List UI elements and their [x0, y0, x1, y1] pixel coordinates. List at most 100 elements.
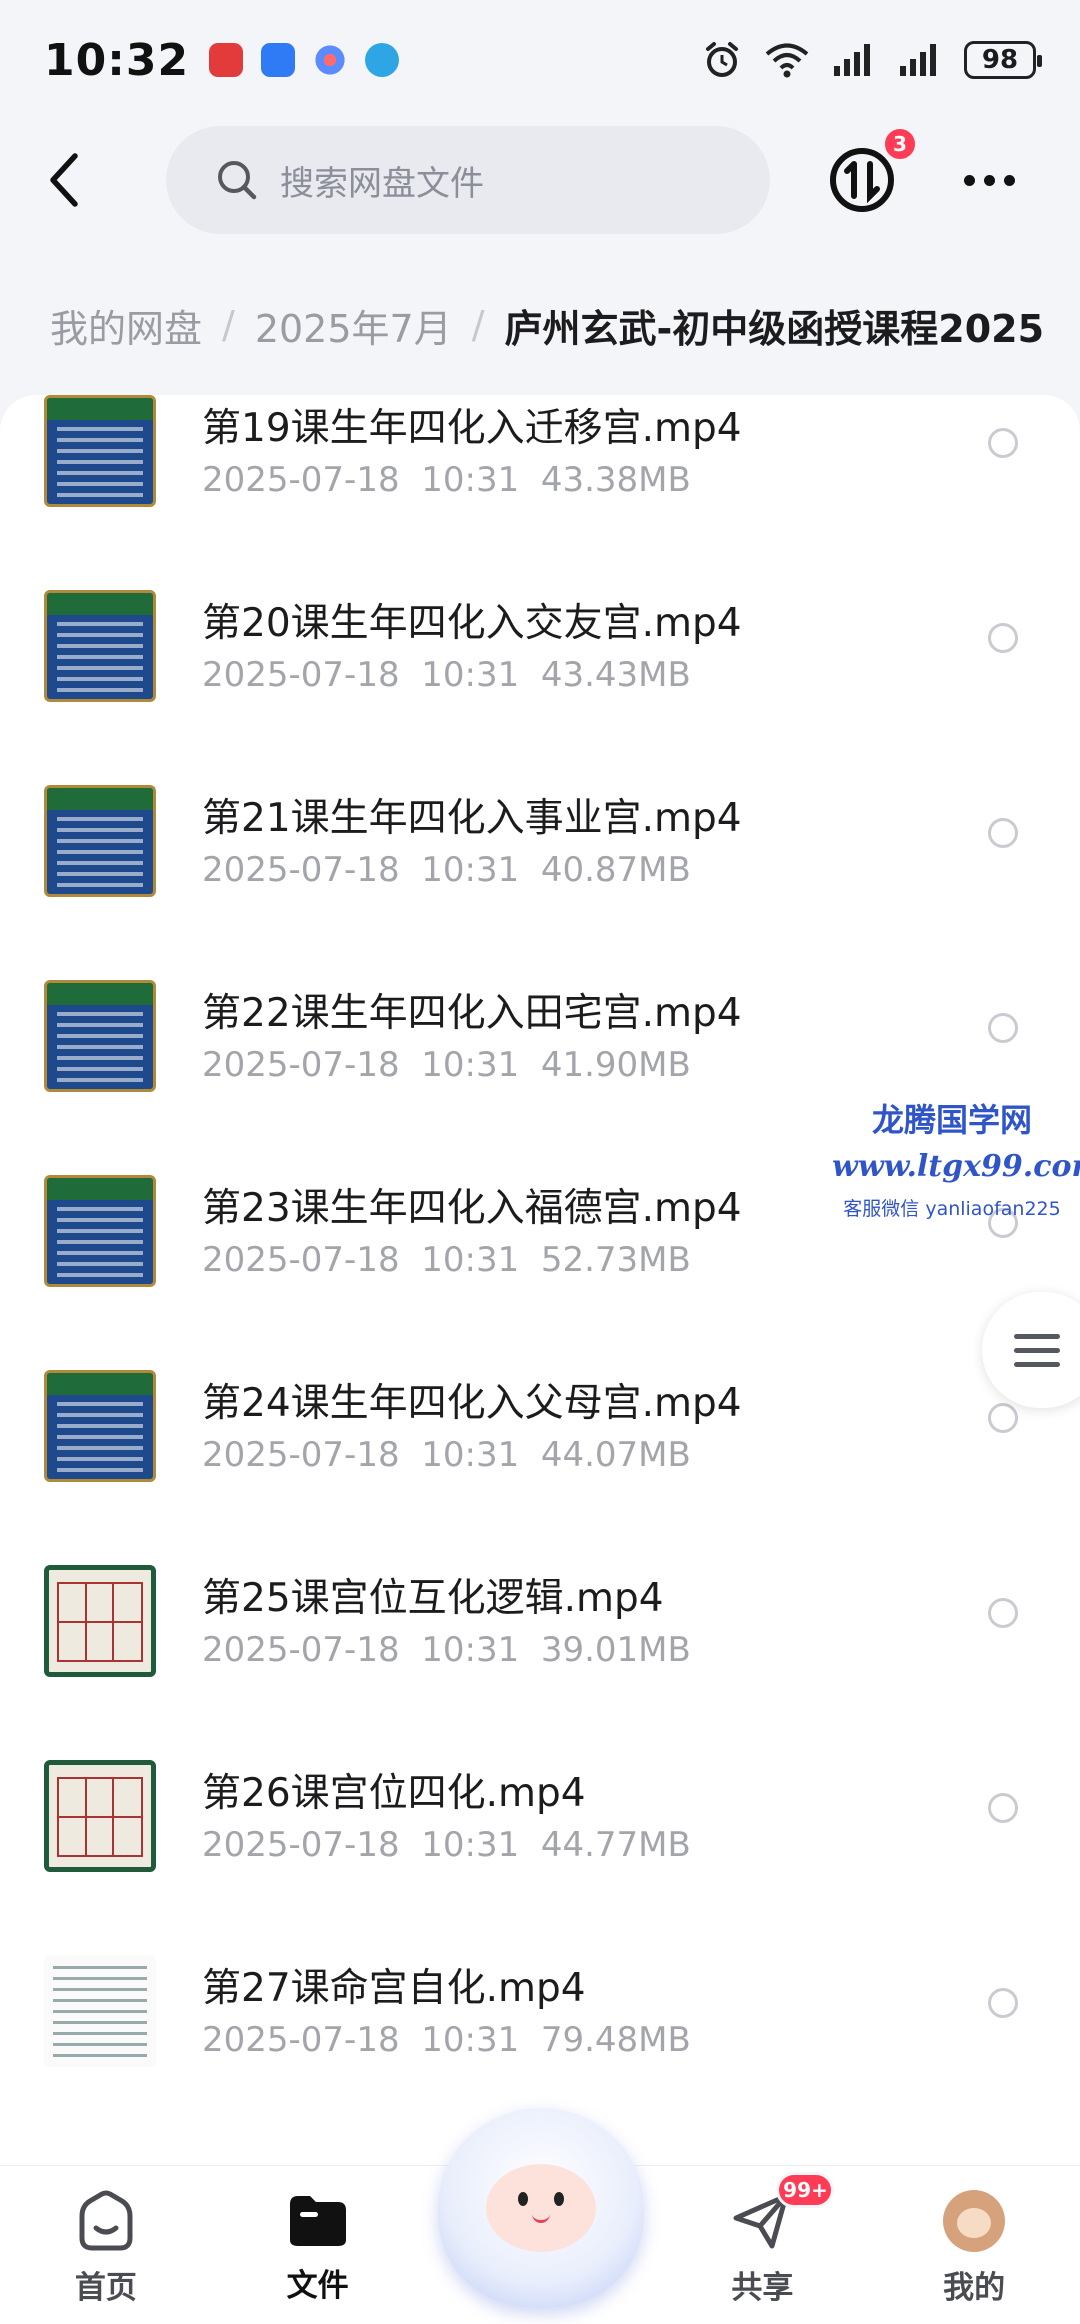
signal-icon	[834, 44, 870, 76]
file-row[interactable]: 第22课生年四化入田宅宫.mp4 2025-07-18 10:31 41.90MB	[0, 970, 1080, 1165]
transfer-count-badge: 3	[882, 126, 918, 162]
breadcrumb-current-folder: 庐州玄武-初中级函授课程2025	[504, 306, 1045, 351]
breadcrumb: 我的网盘 / 2025年7月 / 庐州玄武-初中级函授课程2025	[0, 285, 1080, 365]
file-date: 2025-07-18	[202, 1045, 400, 1085]
file-select-checkbox[interactable]	[988, 428, 1018, 458]
file-row[interactable]: 第20课生年四化入交友宫.mp4 2025-07-18 10:31 43.43MB	[0, 580, 1080, 775]
status-time: 10:32	[44, 34, 190, 86]
avatar	[943, 2190, 1006, 2252]
file-name: 第26课宫位四化.mp4	[202, 1771, 586, 1816]
back-button[interactable]	[20, 135, 110, 225]
file-list: 第19课生年四化入迁移宫.mp4 2025-07-18 10:31 43.38MB…	[0, 395, 1080, 2140]
file-row[interactable]: 第26课宫位四化.mp4 2025-07-18 10:31 44.77MB	[0, 1750, 1080, 1945]
mascot-face	[486, 2164, 596, 2252]
file-list-container[interactable]: 第19课生年四化入迁移宫.mp4 2025-07-18 10:31 43.38MB…	[0, 395, 1080, 2165]
more-options-button[interactable]	[964, 174, 1015, 186]
file-meta: 2025-07-18 10:31 79.48MB	[202, 2020, 691, 2060]
search-icon	[218, 161, 257, 200]
video-thumbnail	[44, 785, 156, 897]
file-time: 10:31	[421, 1435, 520, 1475]
file-time: 10:31	[421, 850, 520, 890]
nav-mine-label: 我的	[943, 2270, 1006, 2306]
file-size: 44.07MB	[540, 1435, 691, 1475]
blue-clip-app-icon	[261, 43, 296, 77]
file-name: 第21课生年四化入事业宫.mp4	[202, 796, 742, 841]
breadcrumb-item-root[interactable]: 我的网盘	[50, 298, 202, 353]
file-size: 40.87MB	[540, 850, 691, 890]
alarm-icon	[706, 42, 738, 77]
file-select-checkbox[interactable]	[988, 1598, 1018, 1628]
file-row[interactable]: 第23课生年四化入福德宫.mp4 2025-07-18 10:31 52.73MB	[0, 1165, 1080, 1360]
file-time: 10:31	[421, 1045, 520, 1085]
file-name: 第27课命宫自化.mp4	[202, 1966, 586, 2011]
file-meta: 2025-07-18 10:31 52.73MB	[202, 1240, 691, 1280]
file-meta: 2025-07-18 10:31 44.07MB	[202, 1435, 691, 1475]
menu-line-icon	[1014, 1361, 1060, 1367]
nav-files[interactable]: 文件	[212, 2166, 424, 2324]
file-select-checkbox[interactable]	[988, 1013, 1018, 1043]
file-size: 43.43MB	[540, 655, 691, 695]
file-size: 44.77MB	[540, 1825, 691, 1865]
transfer-list-button[interactable]: 3	[822, 126, 918, 220]
file-time: 10:31	[421, 1240, 520, 1280]
file-name: 第24课生年四化入父母宫.mp4	[202, 1381, 742, 1426]
signal-icon-2	[900, 44, 936, 76]
search-input[interactable]: 搜索网盘文件	[166, 126, 770, 234]
file-name: 第23课生年四化入福德宫.mp4	[202, 1186, 742, 1231]
file-select-checkbox[interactable]	[988, 623, 1018, 653]
ai-assistant-mascot-button[interactable]	[438, 2108, 644, 2308]
video-thumbnail	[44, 1760, 156, 1872]
file-name: 第25课宫位互化逻辑.mp4	[202, 1576, 664, 1621]
video-thumbnail	[44, 1565, 156, 1677]
file-date: 2025-07-18	[202, 1630, 400, 1670]
battery-indicator: 98	[964, 41, 1042, 79]
status-bar: 10:32 98	[0, 0, 1080, 120]
file-date: 2025-07-18	[202, 850, 400, 890]
wifi-icon	[765, 43, 809, 78]
file-row[interactable]: 第24课生年四化入父母宫.mp4 2025-07-18 10:31 44.07MB	[0, 1360, 1080, 1555]
file-select-checkbox[interactable]	[988, 1793, 1018, 1823]
header: 搜索网盘文件 3	[0, 120, 1080, 240]
file-meta: 2025-07-18 10:31 43.38MB	[202, 460, 691, 500]
file-row[interactable]: 第25课宫位互化逻辑.mp4 2025-07-18 10:31 39.01MB	[0, 1555, 1080, 1750]
video-thumbnail	[44, 1175, 156, 1287]
status-indicators: 98	[702, 40, 1042, 80]
file-meta: 2025-07-18 10:31 43.43MB	[202, 655, 691, 695]
file-name: 第22课生年四化入田宅宫.mp4	[202, 991, 742, 1036]
folder-icon	[289, 2196, 346, 2246]
nav-home-label: 首页	[74, 2270, 137, 2306]
file-meta: 2025-07-18 10:31 41.90MB	[202, 1045, 691, 1085]
file-row[interactable]: 第19课生年四化入迁移宫.mp4 2025-07-18 10:31 43.38MB	[0, 395, 1080, 580]
file-select-checkbox[interactable]	[988, 818, 1018, 848]
file-select-checkbox[interactable]	[988, 1403, 1018, 1433]
file-time: 10:31	[421, 2020, 520, 2060]
file-time: 10:31	[421, 1825, 520, 1865]
file-date: 2025-07-18	[202, 2020, 400, 2060]
home-icon	[79, 2190, 133, 2251]
mascot-eye	[554, 2192, 564, 2206]
compass-app-icon	[365, 43, 400, 77]
file-time: 10:31	[421, 655, 520, 695]
file-row[interactable]: 第21课生年四化入事业宫.mp4 2025-07-18 10:31 40.87MB	[0, 775, 1080, 970]
netdisk-page: 10:32 98 搜索网盘文件 3 我的网盘 / 2025年7月 / 庐州玄武-…	[0, 0, 1080, 2324]
chevron-left-icon	[50, 153, 78, 207]
file-name: 第19课生年四化入迁移宫.mp4	[202, 406, 742, 451]
nav-share[interactable]: 99+ 共享	[656, 2166, 868, 2324]
file-time: 10:31	[421, 1630, 520, 1670]
baidu-netdisk-app-icon	[313, 43, 348, 77]
menu-line-icon	[1014, 1347, 1060, 1353]
video-thumbnail	[44, 590, 156, 702]
video-thumbnail	[44, 1955, 156, 2067]
nav-home[interactable]: 首页	[0, 2166, 212, 2324]
mascot-eye	[518, 2192, 528, 2206]
video-thumbnail	[44, 980, 156, 1092]
file-select-checkbox[interactable]	[988, 1208, 1018, 1238]
mascot-mouth	[532, 2214, 550, 2223]
file-meta: 2025-07-18 10:31 39.01MB	[202, 1630, 691, 1670]
breadcrumb-item-month[interactable]: 2025年7月	[255, 298, 452, 353]
file-size: 39.01MB	[540, 1630, 691, 1670]
file-select-checkbox[interactable]	[988, 1988, 1018, 2018]
nav-mine[interactable]: 我的	[868, 2166, 1080, 2324]
file-date: 2025-07-18	[202, 1435, 400, 1475]
file-date: 2025-07-18	[202, 1825, 400, 1865]
